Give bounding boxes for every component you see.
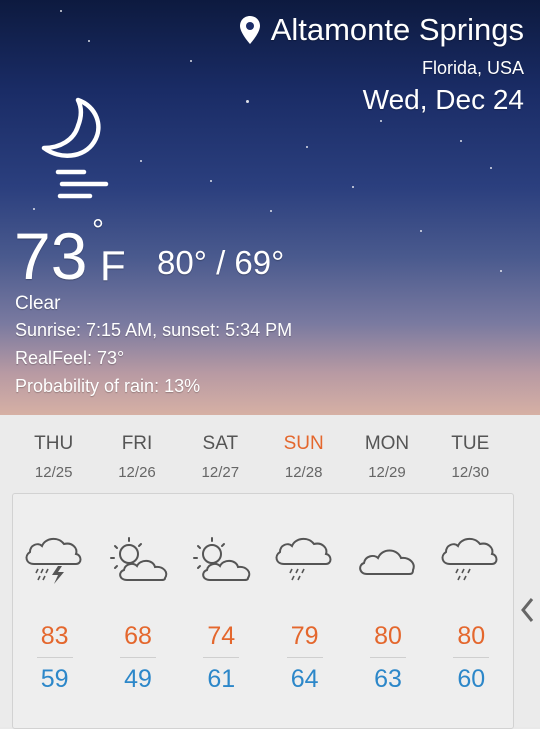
forecast-day-header[interactable]: SAT 12/27 (179, 415, 262, 495)
day-date: 12/26 (118, 464, 156, 481)
cloudy-icon (359, 549, 415, 575)
chevron-left-icon[interactable] (520, 597, 534, 623)
high-temperature: 74 (207, 622, 236, 650)
forecast-column[interactable]: 83 59 (13, 494, 96, 728)
region-name: Florida, USA (421, 58, 524, 78)
forecast-column[interactable]: 79 64 (263, 494, 346, 728)
rain-probability: Probability of rain: 13% (15, 376, 201, 396)
low-temperature: 49 (124, 665, 152, 693)
day-date: 12/25 (34, 464, 73, 481)
forecast-column[interactable]: 80 63 (346, 494, 429, 728)
divider (203, 657, 240, 658)
low-temperature: 59 (40, 665, 69, 693)
day-date: 12/29 (368, 464, 406, 481)
low-temperature: 60 (457, 665, 486, 693)
forecast-day-header[interactable]: THU 12/25 (12, 415, 95, 495)
low-temperature: 64 (290, 665, 319, 693)
forecast-day-header[interactable]: MON 12/29 (345, 415, 428, 495)
divider (369, 657, 406, 658)
forecast-column[interactable]: 80 60 (430, 494, 513, 728)
current-date: Wed, Dec 24 (362, 84, 524, 115)
high-temperature: 80 (374, 622, 402, 650)
condition-text: Clear (15, 293, 61, 314)
location-header[interactable]: Altamonte Springs (239, 12, 524, 48)
thunderstorm-icon (25, 538, 82, 584)
day-name: THU (34, 433, 74, 454)
forecast-day-header[interactable]: SUN 12/28 (262, 415, 345, 495)
real-feel: RealFeel: 73° (15, 348, 125, 368)
sun-times: Sunrise: 7:15 AM, sunset: 5:34 PM (15, 320, 293, 340)
daily-forecast-panel: THU 12/25 FRI 12/26 SAT 12/27 SUN 12/28 MON 1… (0, 415, 540, 729)
rain-icon (441, 538, 498, 581)
day-date: 12/30 (451, 464, 490, 481)
divider (453, 657, 490, 658)
partly-sunny-icon (109, 537, 168, 581)
divider (286, 657, 323, 658)
city-name: Altamonte Springs (270, 12, 524, 47)
low-temperature: 61 (207, 665, 236, 693)
partly-sunny-icon (193, 537, 251, 581)
day-date: 12/28 (284, 464, 323, 481)
day-name: SAT (202, 433, 239, 454)
moon-fog-icon (41, 97, 109, 199)
high-temperature: 80 (457, 622, 486, 650)
high-temperature: 79 (290, 622, 319, 650)
day-name: TUE (451, 433, 490, 454)
low-temperature: 63 (374, 665, 402, 693)
unit-label: F (100, 242, 126, 289)
forecast-card: 83 59 68 49 74 61 79 64 80 63 80 60 (12, 493, 514, 729)
current-temperature: 73 (14, 219, 88, 293)
day-name: FRI (121, 433, 153, 454)
day-name: MON (364, 433, 410, 454)
forecast-column[interactable]: 74 61 (180, 494, 263, 728)
day-name: SUN (283, 433, 324, 454)
forecast-column[interactable]: 68 49 (96, 494, 179, 728)
high-low-temperature: 80° / 69° (157, 244, 285, 281)
divider (36, 657, 73, 658)
rain-icon (275, 538, 332, 581)
forecast-day-headers: THU 12/25 FRI 12/26 SAT 12/27 SUN 12/28 MON 1… (12, 415, 512, 495)
location-pin-icon (239, 16, 260, 44)
forecast-day-header[interactable]: TUE 12/30 (429, 415, 512, 495)
high-temperature: 68 (124, 622, 152, 650)
forecast-day-header[interactable]: FRI 12/26 (95, 415, 178, 495)
high-temperature: 83 (40, 622, 69, 650)
day-date: 12/27 (201, 464, 240, 481)
current-weather-panel: Altamonte Springs Florida, USA Wed, Dec … (0, 0, 540, 415)
divider (119, 657, 156, 658)
